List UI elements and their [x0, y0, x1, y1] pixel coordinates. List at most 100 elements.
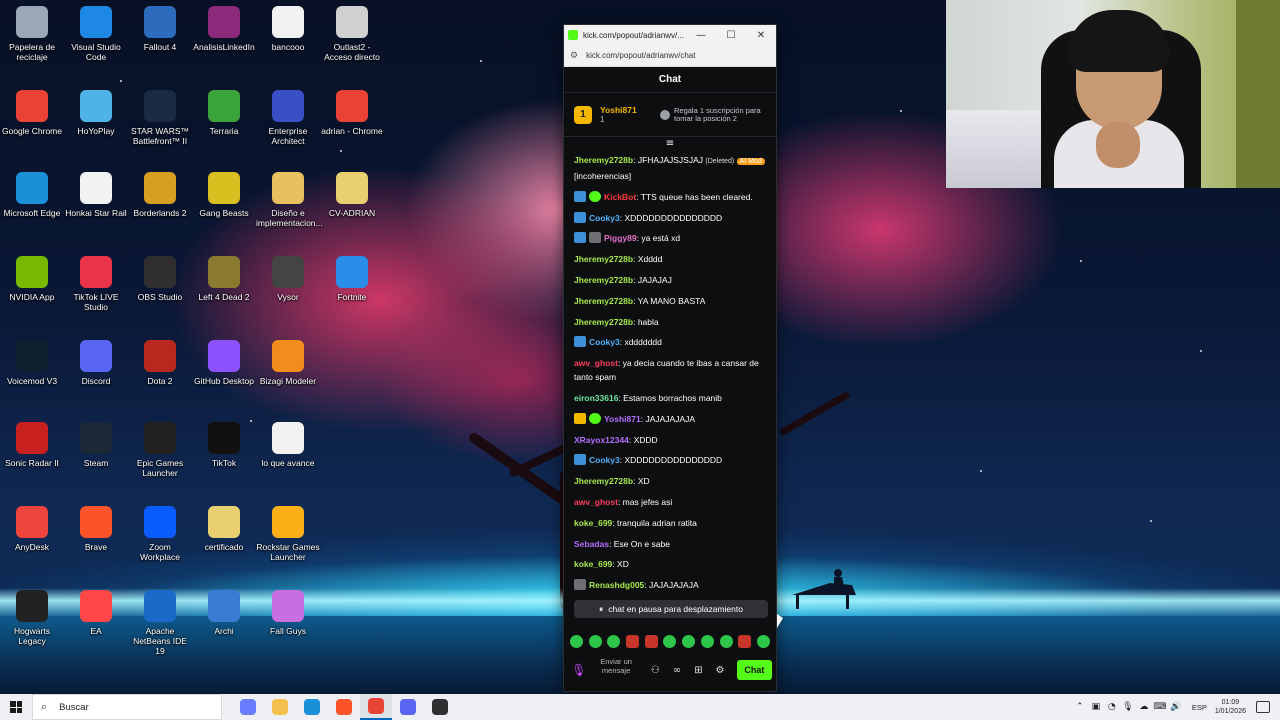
- taskbar-search[interactable]: ⌕ Buscar: [32, 694, 222, 720]
- top-gifter[interactable]: Yoshi871 1: [600, 105, 660, 124]
- emote-button[interactable]: [700, 635, 714, 648]
- chat-username[interactable]: Jheremy2728b: [574, 317, 633, 327]
- emote-button[interactable]: [756, 635, 770, 648]
- tray-onedrive-icon[interactable]: ☁: [1136, 702, 1152, 712]
- input-language[interactable]: ESP: [1192, 703, 1207, 712]
- gift-box-icon[interactable]: ⊞: [688, 665, 710, 676]
- chat-username[interactable]: Jheremy2728b: [574, 155, 633, 165]
- desktop-icon[interactable]: Rockstar Games Launcher: [256, 506, 320, 562]
- tray-app-icon[interactable]: ▣: [1088, 702, 1104, 712]
- collapse-pinned-icon[interactable]: ≡: [564, 137, 776, 149]
- chat-username[interactable]: Jheremy2728b: [574, 254, 633, 264]
- tray-volume-icon[interactable]: 🔊: [1168, 702, 1184, 712]
- emote-picker-icon[interactable]: ⚇: [645, 665, 667, 676]
- chat-username[interactable]: koke_699: [574, 559, 612, 569]
- chat-username[interactable]: Renashdg005: [589, 580, 644, 590]
- start-button[interactable]: [0, 694, 32, 720]
- desktop-icon[interactable]: certificado: [192, 506, 256, 552]
- desktop-icon[interactable]: Gang Beasts: [192, 172, 256, 218]
- chat-username[interactable]: Cooky3: [589, 337, 620, 347]
- emote-button[interactable]: [626, 635, 640, 648]
- desktop-icon[interactable]: Apache NetBeans IDE 19: [128, 590, 192, 656]
- window-titlebar[interactable]: kick.com/popout/adrianwv/... — ☐ ✕: [564, 25, 776, 45]
- emote-button[interactable]: [663, 635, 677, 648]
- emote-button[interactable]: [738, 635, 752, 648]
- emote-button[interactable]: [682, 635, 696, 648]
- taskbar-app-chrome[interactable]: [360, 694, 392, 720]
- desktop-icon[interactable]: Visual Studio Code: [64, 6, 128, 62]
- notification-center-icon[interactable]: [1256, 701, 1270, 713]
- chat-username[interactable]: Cooky3: [589, 213, 620, 223]
- chat-paused-banner[interactable]: ⏸ chat en pausa para desplazamiento: [574, 600, 768, 618]
- desktop-icon[interactable]: Google Chrome: [0, 90, 64, 136]
- taskbar-app-obs[interactable]: [424, 694, 456, 720]
- site-settings-icon[interactable]: ⚙: [570, 51, 578, 61]
- emote-button[interactable]: [588, 635, 602, 648]
- emote-button[interactable]: [570, 635, 583, 648]
- chat-message-input[interactable]: Enviar un mensaje: [588, 655, 645, 685]
- desktop-icon[interactable]: EA: [64, 590, 128, 636]
- desktop-icon[interactable]: Brave: [64, 506, 128, 552]
- infinity-icon[interactable]: ∞: [666, 665, 688, 676]
- desktop-icon[interactable]: TikTok LIVE Studio: [64, 256, 128, 312]
- desktop-icon[interactable]: lo que avance: [256, 422, 320, 468]
- desktop-icon[interactable]: CV-ADRIAN: [320, 172, 384, 218]
- desktop-icon[interactable]: Enterprise Architect: [256, 90, 320, 146]
- taskbar-app-discord[interactable]: [392, 694, 424, 720]
- desktop-icon[interactable]: Vysor: [256, 256, 320, 302]
- address-bar[interactable]: ⚙ kick.com/popout/adrianwv/chat: [564, 45, 776, 67]
- taskbar-app-edge[interactable]: [296, 694, 328, 720]
- desktop-icon[interactable]: Fallout 4: [128, 6, 192, 52]
- desktop-icon[interactable]: TikTok: [192, 422, 256, 468]
- desktop-icon[interactable]: bancooo: [256, 6, 320, 52]
- taskbar-app-copilot[interactable]: [232, 694, 264, 720]
- chat-username[interactable]: eiron33616: [574, 393, 618, 403]
- desktop-icon[interactable]: Honkai Star Rail: [64, 172, 128, 218]
- chat-username[interactable]: KickBot: [604, 192, 636, 202]
- taskbar-app-file-explorer[interactable]: [264, 694, 296, 720]
- desktop-icon[interactable]: NVIDIA App: [0, 256, 64, 302]
- desktop-icon[interactable]: Terraria: [192, 90, 256, 136]
- desktop-icon[interactable]: OBS Studio: [128, 256, 192, 302]
- chat-username[interactable]: koke_699: [574, 518, 612, 528]
- chat-username[interactable]: Jheremy2728b: [574, 296, 633, 306]
- maximize-button[interactable]: ☐: [716, 25, 746, 45]
- chat-username[interactable]: Yoshi871: [604, 414, 641, 424]
- tray-app-icon[interactable]: ◔: [1104, 702, 1120, 712]
- desktop-icon[interactable]: Fortnite: [320, 256, 384, 302]
- settings-gear-icon[interactable]: ⚙: [709, 665, 731, 676]
- desktop-icon[interactable]: Outlast2 - Acceso directo: [320, 6, 384, 62]
- minimize-button[interactable]: —: [686, 25, 716, 45]
- desktop-icon[interactable]: Microsoft Edge: [0, 172, 64, 218]
- desktop-icon[interactable]: Borderlands 2: [128, 172, 192, 218]
- desktop-icon[interactable]: STAR WARS™ Battlefront™ II: [128, 90, 192, 146]
- emote-button[interactable]: [607, 635, 621, 648]
- desktop-icon[interactable]: HoYoPlay: [64, 90, 128, 136]
- desktop-icon[interactable]: Bizagi Modeler: [256, 340, 320, 386]
- desktop-icon[interactable]: adrian - Chrome: [320, 90, 384, 136]
- desktop-icon[interactable]: AnyDesk: [0, 506, 64, 552]
- chat-username[interactable]: Piggy89: [604, 233, 637, 243]
- desktop-icon[interactable]: Diseño e implementacion...: [256, 172, 323, 228]
- emote-button[interactable]: [719, 635, 733, 648]
- chat-username[interactable]: Jheremy2728b: [574, 476, 633, 486]
- desktop-icon[interactable]: Hogwarts Legacy: [0, 590, 64, 646]
- gift-sub-prompt[interactable]: Regala 1 suscripción para tomar la posic…: [660, 106, 762, 123]
- desktop-icon[interactable]: Discord: [64, 340, 128, 386]
- close-button[interactable]: ✕: [746, 25, 776, 45]
- taskbar-app-brave[interactable]: [328, 694, 360, 720]
- desktop-icon[interactable]: Left 4 Dead 2: [192, 256, 256, 302]
- desktop-icon[interactable]: Fall Guys: [256, 590, 320, 636]
- clock[interactable]: 01:09 1/01/2026: [1215, 698, 1246, 716]
- desktop-icon[interactable]: Dota 2: [128, 340, 192, 386]
- mic-icon[interactable]: 🎙: [570, 663, 588, 677]
- tray-overflow-icon[interactable]: ⌃: [1072, 702, 1088, 712]
- tray-mic-icon[interactable]: 🎙: [1120, 702, 1136, 712]
- desktop-icon[interactable]: Epic Games Launcher: [128, 422, 192, 478]
- desktop-icon[interactable]: Steam: [64, 422, 128, 468]
- desktop-icon[interactable]: Zoom Workplace: [128, 506, 192, 562]
- emote-button[interactable]: [644, 635, 658, 648]
- desktop-icon[interactable]: Archi: [192, 590, 256, 636]
- desktop-icon[interactable]: Voicemod V3: [0, 340, 64, 386]
- chat-username[interactable]: Sebadas: [574, 539, 609, 549]
